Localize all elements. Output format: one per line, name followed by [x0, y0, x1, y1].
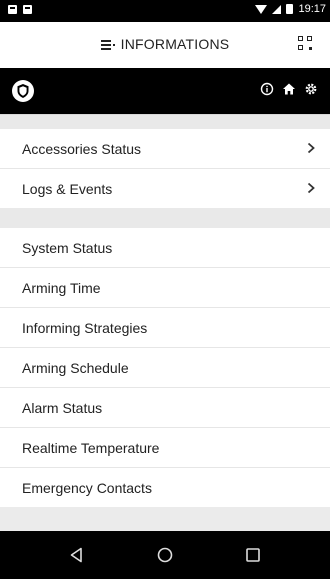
toolbar: [0, 68, 330, 114]
status-bar: 19:17: [0, 0, 330, 22]
list-item-logs-events[interactable]: Logs & Events: [0, 169, 330, 208]
chevron-right-icon: [307, 142, 315, 154]
qr-code-icon[interactable]: [298, 36, 312, 50]
section-divider: [0, 208, 330, 228]
page-title: INFORMATIONS: [120, 36, 230, 52]
section-system-info: System Status Arming Time Informing Stra…: [0, 228, 330, 507]
list-item-label: Arming Schedule: [22, 360, 129, 376]
back-icon[interactable]: [67, 545, 87, 565]
list-item-informing-strategies[interactable]: Informing Strategies: [0, 308, 330, 348]
chevron-right-icon: [307, 182, 315, 194]
list-item-arming-time[interactable]: Arming Time: [0, 268, 330, 308]
info-icon[interactable]: [260, 82, 274, 96]
gear-icon[interactable]: [304, 82, 318, 96]
list-item-system-status[interactable]: System Status: [0, 228, 330, 268]
list-item-label: System Status: [22, 240, 113, 256]
shield-logo-icon: [12, 80, 34, 102]
section-accessories-logs: Accessories Status Logs & Events: [0, 129, 330, 208]
list-item-label: Realtime Temperature: [22, 440, 160, 456]
battery-icon: [286, 4, 294, 14]
notification-icon: [8, 5, 17, 14]
list-item-emergency-contacts[interactable]: Emergency Contacts: [0, 468, 330, 507]
list-item-label: Arming Time: [22, 280, 101, 296]
list-icon: [100, 40, 115, 51]
list-item-label: Alarm Status: [22, 400, 103, 416]
list-item-arming-schedule[interactable]: Arming Schedule: [0, 348, 330, 388]
signal-icon: [272, 4, 282, 14]
list-item-alarm-status[interactable]: Alarm Status: [0, 388, 330, 428]
page-title-wrap: INFORMATIONS: [0, 36, 330, 52]
list-item-accessories-status[interactable]: Accessories Status: [0, 129, 330, 169]
list-item-label: Emergency Contacts: [22, 480, 152, 496]
section-divider: [0, 114, 330, 129]
status-time: 19:17: [298, 3, 326, 15]
app-header: INFORMATIONS: [0, 22, 330, 68]
list-item-label: Accessories Status: [22, 141, 142, 157]
android-nav-bar: [0, 531, 330, 579]
list-item-realtime-temperature[interactable]: Realtime Temperature: [0, 428, 330, 468]
list-item-label: Logs & Events: [22, 181, 113, 197]
home-icon[interactable]: [282, 82, 296, 96]
notification-icon: [23, 5, 32, 14]
wifi-icon: [255, 4, 268, 14]
list-item-label: Informing Strategies: [22, 320, 148, 336]
home-nav-icon[interactable]: [155, 545, 175, 565]
recent-apps-icon[interactable]: [243, 545, 263, 565]
